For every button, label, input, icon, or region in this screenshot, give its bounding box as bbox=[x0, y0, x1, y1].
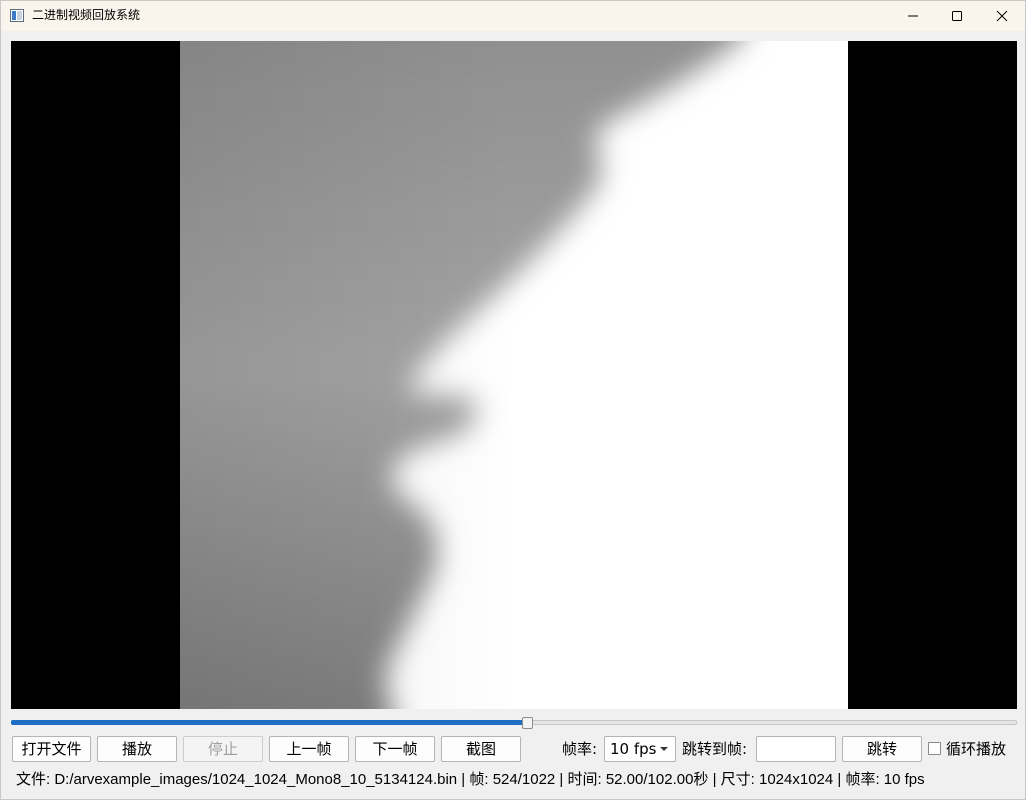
app-icon bbox=[10, 9, 24, 22]
status-bar-text: 文件: D:/arvexample_images/1024_1024_Mono8… bbox=[16, 771, 925, 788]
prev-frame-button[interactable]: 上一帧 bbox=[269, 736, 349, 762]
loop-label[interactable]: 循环播放 bbox=[946, 739, 1006, 759]
maximize-icon bbox=[952, 11, 962, 21]
close-button[interactable] bbox=[979, 1, 1025, 31]
slider-handle[interactable] bbox=[522, 717, 533, 729]
jump-label: 跳转到帧: bbox=[682, 740, 748, 758]
play-button[interactable]: 播放 bbox=[97, 736, 177, 762]
jump-frame-input[interactable] bbox=[756, 736, 836, 762]
video-frame bbox=[180, 41, 848, 709]
slider-fill bbox=[11, 720, 527, 725]
minimize-icon bbox=[908, 15, 918, 17]
progress-slider[interactable] bbox=[11, 717, 1017, 729]
maximize-button[interactable] bbox=[934, 1, 980, 31]
title-bar[interactable]: 二进制视频回放系统 bbox=[1, 1, 1025, 31]
fps-select[interactable]: 10 fps bbox=[604, 736, 676, 762]
open-file-button[interactable]: 打开文件 bbox=[12, 736, 91, 762]
fps-label: 帧率: bbox=[562, 740, 598, 758]
video-frame-image bbox=[180, 41, 848, 709]
next-frame-button[interactable]: 下一帧 bbox=[355, 736, 435, 762]
loop-checkbox[interactable] bbox=[928, 742, 941, 755]
snapshot-button[interactable]: 截图 bbox=[441, 736, 521, 762]
video-display bbox=[11, 41, 1017, 709]
jump-button[interactable]: 跳转 bbox=[842, 736, 922, 762]
stop-button[interactable]: 停止 bbox=[183, 736, 263, 762]
close-icon bbox=[996, 10, 1008, 22]
minimize-button[interactable] bbox=[890, 1, 936, 31]
fps-select-value: 10 fps bbox=[610, 740, 657, 758]
chevron-down-icon bbox=[660, 747, 668, 751]
window-title: 二进制视频回放系统 bbox=[32, 8, 141, 22]
main-window: 二进制视频回放系统 打开文件 播放 停止 上一帧 下一帧 截图 帧率: 10 f… bbox=[0, 0, 1026, 800]
